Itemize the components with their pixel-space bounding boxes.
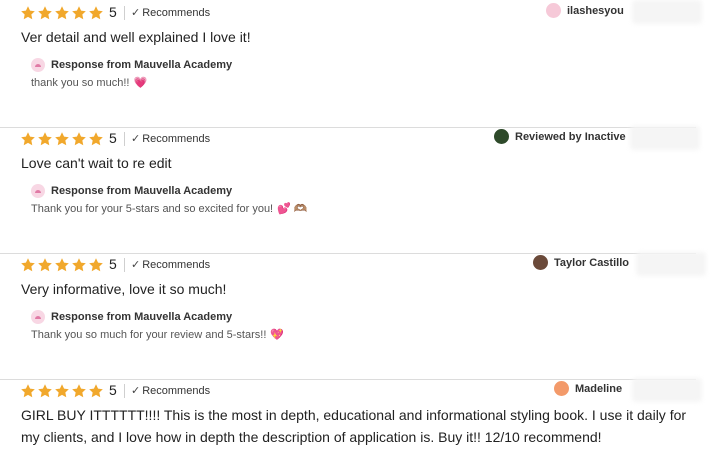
star-icon (89, 6, 103, 20)
hearts-hands-icon: 💕 🫶🏽 (277, 202, 308, 215)
star-icon (89, 132, 103, 146)
review-text: GIRL BUY ITTTTTT!!!! This is the most in… (21, 407, 687, 445)
recommends-badge: ✓ Recommends (131, 132, 211, 146)
blurred-region (632, 0, 702, 24)
check-icon: ✓ (131, 259, 141, 271)
reviewer[interactable]: Madeline (554, 381, 622, 396)
reviewer-name: Reviewed by Inactive (515, 130, 626, 143)
check-icon: ✓ (131, 7, 141, 19)
response-body: Thank you for your 5-stars and so excite… (31, 203, 308, 215)
star-icon (21, 384, 35, 398)
heart-icon: 💗 (133, 76, 148, 89)
shop-logo-icon (31, 310, 45, 324)
recommends-label: Recommends (142, 132, 211, 145)
star-icon (89, 384, 103, 398)
reviewer[interactable]: ilashesyou (546, 3, 624, 18)
divider (124, 132, 125, 146)
star-icon (89, 258, 103, 272)
recommends-badge: ✓ Recommends (131, 384, 211, 398)
heart-icon: 💖 (270, 328, 285, 341)
star-rating (20, 5, 104, 21)
divider (124, 384, 125, 398)
star-icon (55, 384, 69, 398)
response-body: thank you so much!! 💗 (31, 77, 147, 89)
rating-value: 5 (109, 130, 117, 146)
star-icon (72, 258, 86, 272)
star-icon (55, 6, 69, 20)
response-body: Thank you so much for your review and 5-… (31, 329, 284, 341)
rating-value: 5 (109, 256, 117, 272)
blurred-region (630, 126, 700, 150)
star-icon (38, 258, 52, 272)
review-card: 5 ✓ Recommends Reviewed by Inactive Love… (0, 126, 700, 254)
review-text: Very informative, love it so much! (21, 281, 227, 297)
shop-logo-icon (31, 58, 45, 72)
reviewer[interactable]: Taylor Castillo (533, 255, 629, 270)
star-icon (55, 258, 69, 272)
blurred-region (636, 252, 706, 276)
star-icon (38, 132, 52, 146)
response-from: Response from Mauvella Academy (51, 311, 233, 323)
star-icon (38, 384, 52, 398)
avatar (494, 129, 509, 144)
response-from: Response from Mauvella Academy (51, 185, 233, 197)
seller-response: Response from Mauvella Academy (31, 310, 232, 324)
review-card: 5 ✓ Recommends ilashesyou Ver detail and… (0, 0, 702, 128)
seller-response: Response from Mauvella Academy (31, 58, 232, 72)
reviewer[interactable]: Reviewed by Inactive (494, 129, 626, 144)
rating-value: 5 (109, 382, 117, 398)
star-icon (21, 258, 35, 272)
response-text: thank you so much!! (31, 77, 130, 89)
response-text: Thank you for your 5-stars and so excite… (31, 203, 274, 215)
avatar (533, 255, 548, 270)
review-card: 5 ✓ Recommends Taylor Castillo Very info… (0, 252, 706, 380)
divider (124, 6, 125, 20)
star-rating (20, 257, 104, 273)
star-rating (20, 383, 104, 399)
star-icon (55, 132, 69, 146)
rating-value: 5 (109, 4, 117, 20)
avatar (546, 3, 561, 18)
recommends-label: Recommends (142, 384, 211, 397)
reviewer-name: Taylor Castillo (554, 256, 629, 269)
blurred-region (632, 378, 702, 402)
review-text: Love can't wait to re edit (21, 155, 172, 171)
star-icon (72, 132, 86, 146)
reviewer-name: Madeline (575, 382, 623, 395)
check-icon: ✓ (131, 133, 141, 145)
check-icon: ✓ (131, 385, 141, 397)
response-text: Thank you so much for your review and 5-… (31, 329, 267, 341)
divider (124, 258, 125, 272)
shop-logo-icon (31, 184, 45, 198)
reviewer-name: ilashesyou (567, 4, 624, 17)
star-icon (72, 6, 86, 20)
recommends-label: Recommends (142, 6, 211, 19)
star-icon (21, 132, 35, 146)
response-from: Response from Mauvella Academy (51, 59, 233, 71)
recommends-badge: ✓ Recommends (131, 6, 211, 20)
seller-response: Response from Mauvella Academy (31, 184, 232, 198)
star-rating (20, 131, 104, 147)
star-icon (72, 384, 86, 398)
star-icon (21, 6, 35, 20)
star-icon (38, 6, 52, 20)
review-card: 5 ✓ Recommends Madeline GIRL BUY ITTTTTT… (0, 378, 702, 450)
recommends-badge: ✓ Recommends (131, 258, 211, 272)
review-text: Ver detail and well explained I love it! (21, 29, 251, 45)
avatar (554, 381, 569, 396)
recommends-label: Recommends (142, 258, 211, 271)
